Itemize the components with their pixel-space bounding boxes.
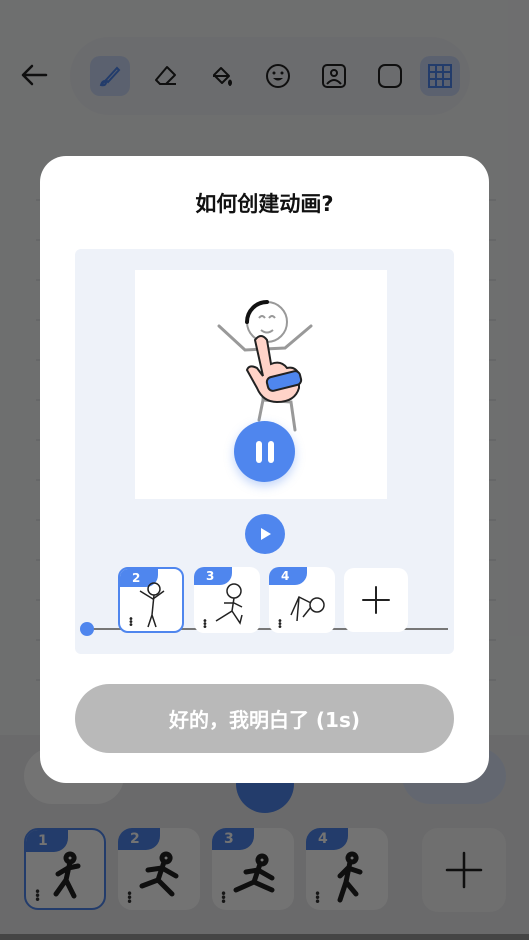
pause-icon bbox=[267, 440, 274, 463]
pause-icon bbox=[255, 440, 262, 463]
plus-icon bbox=[362, 586, 390, 614]
dialog-title: 如何创建动画? bbox=[195, 192, 334, 216]
play-button[interactable] bbox=[245, 514, 285, 554]
pause-button[interactable] bbox=[234, 421, 295, 482]
demo-frame-card-3[interactable]: 3 • • • bbox=[194, 567, 260, 633]
frame-menu-icon[interactable]: ••• bbox=[202, 617, 208, 633]
play-icon bbox=[261, 528, 271, 540]
timeline-scrubber[interactable] bbox=[80, 622, 94, 636]
tap-hand-icon bbox=[245, 335, 303, 404]
frame-menu-icon[interactable]: ••• bbox=[277, 617, 283, 633]
demo-frame-card-4[interactable]: 4 • • • bbox=[269, 567, 335, 633]
demo-add-frame-button[interactable] bbox=[344, 568, 408, 632]
confirm-button[interactable]: 好的，我明白了 (1s) bbox=[75, 684, 454, 753]
demo-frame-card-2[interactable]: 2 • • • bbox=[118, 567, 184, 633]
frame-menu-icon[interactable]: ••• bbox=[128, 615, 134, 631]
